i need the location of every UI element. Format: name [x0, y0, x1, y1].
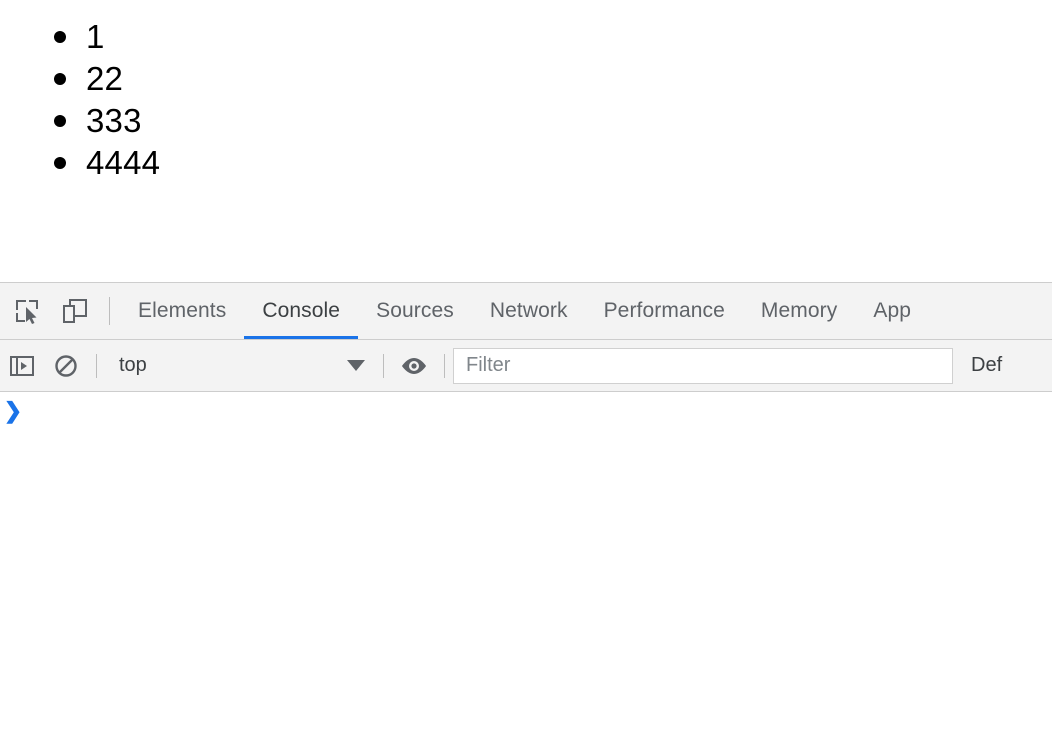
console-filter-input[interactable] [453, 347, 953, 384]
list-item-text: 4444 [86, 144, 161, 181]
chevron-down-icon [347, 360, 365, 371]
bullet-list: 1 22 333 4444 [0, 16, 160, 184]
console-prompt-input[interactable] [26, 400, 1052, 420]
device-toolbar-icon [61, 297, 89, 325]
list-item: 333 [0, 100, 160, 142]
list-item-text: 1 [86, 18, 105, 55]
list-item: 22 [0, 58, 160, 100]
bullet-icon [54, 31, 66, 43]
inspect-element-button[interactable] [3, 283, 51, 339]
tab-memory[interactable]: Memory [743, 283, 855, 339]
execution-context-value: top [119, 354, 147, 376]
bullet-icon [54, 157, 66, 169]
devtools-tabbar: Elements Console Sources Network Perform… [0, 283, 1052, 340]
devtools-panel: Elements Console Sources Network Perform… [0, 282, 1052, 746]
toolbar-separator [444, 353, 445, 378]
log-level-selector[interactable]: Def [971, 354, 1002, 377]
list-item: 4444 [0, 142, 160, 184]
tab-label: Sources [376, 299, 454, 322]
list-item-text: 333 [86, 102, 142, 139]
tab-console[interactable]: Console [244, 283, 358, 339]
tab-label: Network [489, 299, 568, 322]
list-item: 1 [0, 16, 160, 58]
clear-console-button[interactable] [44, 344, 88, 388]
eye-icon [402, 357, 426, 374]
console-prompt-row[interactable]: ❯ [0, 392, 1052, 426]
tab-label: Elements [138, 299, 227, 322]
tab-sources[interactable]: Sources [358, 283, 472, 339]
inspect-element-icon [13, 297, 41, 325]
tab-performance[interactable]: Performance [586, 283, 743, 339]
execution-context-selector[interactable]: top [105, 347, 375, 385]
toolbar-separator [109, 297, 110, 325]
console-prompt-chevron-icon: ❯ [3, 398, 23, 423]
tab-label: Console [262, 299, 341, 322]
log-level-label: Def [971, 354, 1003, 376]
toolbar-separator [383, 353, 384, 378]
tab-elements[interactable]: Elements [120, 283, 244, 339]
console-sidebar-icon [10, 355, 34, 376]
bullet-icon [54, 115, 66, 127]
tab-label: App [873, 299, 912, 322]
device-toolbar-button[interactable] [51, 283, 99, 339]
tab-label: Performance [603, 299, 725, 322]
console-toolbar: top Def [0, 340, 1052, 392]
console-output-area[interactable]: ❯ [0, 392, 1052, 745]
list-item-text: 22 [86, 60, 124, 97]
live-expression-button[interactable] [392, 344, 436, 388]
toolbar-separator [96, 353, 97, 378]
tab-label: Memory [760, 299, 838, 322]
console-sidebar-toggle-button[interactable] [0, 344, 44, 388]
tab-application[interactable]: App [855, 283, 929, 339]
clear-console-icon [55, 354, 77, 377]
page-viewport: 1 22 333 4444 [0, 0, 1052, 282]
bullet-icon [54, 73, 66, 85]
tab-network[interactable]: Network [472, 283, 586, 339]
